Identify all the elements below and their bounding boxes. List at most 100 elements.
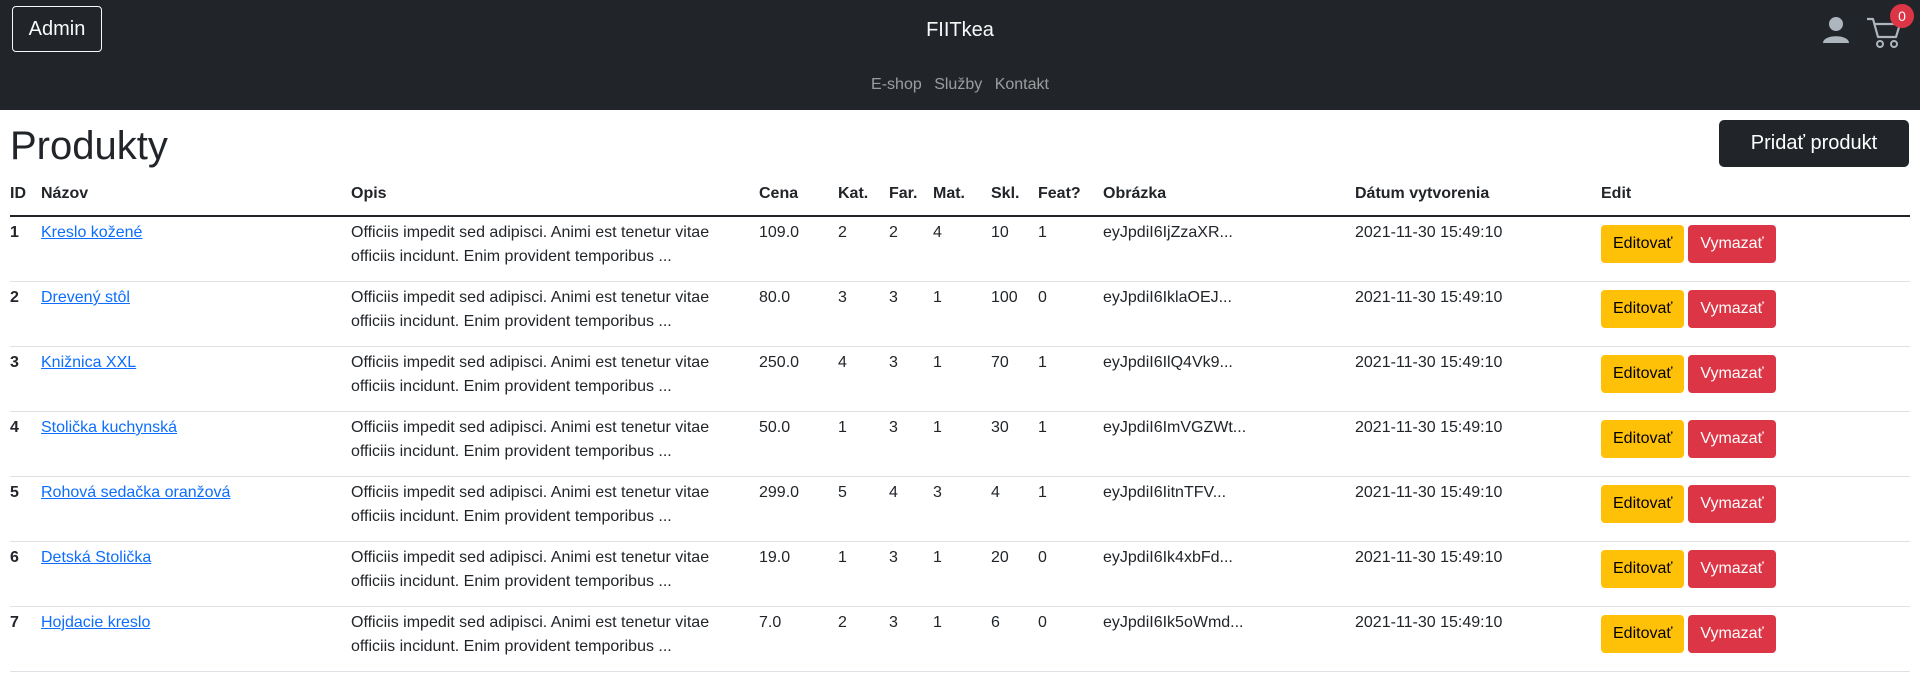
delete-button[interactable]: Vymazať (1688, 485, 1776, 523)
table-row: 2 Drevený stôl Officiis impedit sed adipis… (10, 281, 1910, 347)
cell-kat-text: 5 (838, 484, 847, 501)
cell-actions: Editovať Vymazať (1601, 281, 1910, 347)
cell-date-text: 2021-11-30 15:49:10 (1355, 549, 1503, 566)
cell-image: eyJpdiI6IitnTFV... (1103, 476, 1355, 542)
cell-kat: 2 (838, 216, 889, 282)
cell-image-text: eyJpdiI6Ik5oWmd... (1103, 614, 1244, 631)
cell-desc: Officiis impedit sed adipisci. Animi est… (351, 541, 759, 607)
delete-button[interactable]: Vymazať (1688, 225, 1776, 263)
cell-desc-text: Officiis impedit sed adipisci. Animi est… (351, 224, 710, 265)
cell-kat: 1 (838, 411, 889, 477)
cell-price: 7.0 (759, 606, 838, 672)
product-name-link[interactable]: Drevený stôl (41, 289, 130, 306)
delete-button[interactable]: Vymazať (1688, 615, 1776, 653)
cell-actions: Editovať Vymazať (1601, 476, 1910, 542)
cell-date: 2021-11-30 15:49:10 (1355, 606, 1601, 672)
table-row: 4 Stolička kuchynská Officiis impedit sed … (10, 411, 1910, 477)
edit-button[interactable]: Editovať (1601, 290, 1685, 328)
brand-logo-text[interactable]: FIITkea (926, 19, 994, 41)
table-header-row: ID Názov Opis Cena Kat. Far. Mat. Skl. F… (10, 182, 1910, 217)
cell-price: 80.0 (759, 281, 838, 347)
cell-image-text: eyJpdiI6Ik4xbFd... (1103, 549, 1233, 566)
product-name-link[interactable]: Detská Stolička (41, 549, 151, 566)
cell-name-wrap: Hojdacie kreslo (41, 607, 351, 635)
cell-feat-text: 1 (1038, 354, 1047, 371)
cell-image-text: eyJpdiI6IjZzaXR... (1103, 224, 1233, 241)
cell-desc: Officiis impedit sed adipisci. Animi est… (351, 411, 759, 477)
cell-skl: 30 (991, 411, 1038, 477)
add-product-button[interactable]: Pridať produkt (1719, 120, 1909, 167)
product-name-link[interactable]: Kreslo kožené (41, 224, 142, 241)
cell-id-text: 2 (10, 289, 19, 306)
cell-id-text: 5 (10, 484, 19, 501)
cell-feat: 1 (1038, 411, 1103, 477)
delete-button[interactable]: Vymazať (1688, 550, 1776, 588)
cell-far: 4 (889, 476, 933, 542)
cell-name: Stolička kuchynská (41, 411, 351, 477)
cell-far: 2 (889, 216, 933, 282)
cell-kat: 5 (838, 476, 889, 542)
cell-mat: 1 (933, 281, 991, 347)
cell-image: eyJpdiI6IklaOEJ... (1103, 281, 1355, 347)
cell-feat-text: 1 (1038, 224, 1047, 241)
cell-far-text: 4 (889, 484, 898, 501)
edit-button[interactable]: Editovať (1601, 225, 1685, 263)
cell-feat: 1 (1038, 216, 1103, 282)
user-icon[interactable] (1822, 16, 1850, 44)
cell-kat-text: 1 (838, 419, 847, 436)
cell-image: eyJpdiI6IjZzaXR... (1103, 216, 1355, 282)
cell-far-text: 3 (889, 354, 898, 371)
cell-id-text: 3 (10, 354, 19, 371)
delete-button[interactable]: Vymazať (1688, 290, 1776, 328)
product-name-link[interactable]: Knižnica XXL (41, 354, 136, 371)
cell-desc-text: Officiis impedit sed adipisci. Animi est… (351, 289, 710, 330)
cell-skl-text: 4 (991, 484, 1000, 501)
edit-button[interactable]: Editovať (1601, 550, 1685, 588)
col-header-feat: Feat? (1038, 182, 1103, 217)
edit-button[interactable]: Editovať (1601, 615, 1685, 653)
delete-button[interactable]: Vymazať (1688, 355, 1776, 393)
cell-desc-text: Officiis impedit sed adipisci. Animi est… (351, 614, 710, 655)
nav-link-sluzby[interactable]: Služby (934, 76, 982, 93)
admin-button[interactable]: Admin (12, 6, 102, 52)
cell-mat: 1 (933, 541, 991, 607)
cell-mat-text: 4 (933, 224, 942, 241)
cell-kat: 2 (838, 606, 889, 672)
nav-link-kontakt[interactable]: Kontakt (995, 76, 1049, 93)
cell-actions: Editovať Vymazať (1601, 411, 1910, 477)
product-name-link[interactable]: Stolička kuchynská (41, 419, 177, 436)
brand-container: FIITkea (0, 19, 1920, 42)
cell-date-text: 2021-11-30 15:49:10 (1355, 484, 1503, 501)
cell-id: 2 (10, 281, 41, 347)
cell-feat-text: 0 (1038, 614, 1047, 631)
cell-price: 250.0 (759, 346, 838, 412)
cell-actions: Editovať Vymazať (1601, 541, 1910, 607)
edit-button[interactable]: Editovať (1601, 420, 1685, 458)
cell-actions: Editovať Vymazať (1601, 216, 1910, 282)
cell-far-text: 3 (889, 419, 898, 436)
cell-id: 1 (10, 216, 41, 282)
cell-name: Knižnica XXL (41, 346, 351, 412)
table-row: 1 Kreslo kožené Officiis impedit sed adipi… (10, 216, 1910, 282)
cart-count-badge: 0 (1890, 4, 1914, 28)
cell-desc-text: Officiis impedit sed adipisci. Animi est… (351, 419, 710, 460)
product-name-link[interactable]: Rohová sedačka oranžová (41, 484, 230, 501)
cell-far: 3 (889, 606, 933, 672)
cell-image: eyJpdiI6Ik5oWmd... (1103, 606, 1355, 672)
cell-mat-text: 1 (933, 419, 942, 436)
edit-button[interactable]: Editovať (1601, 485, 1685, 523)
delete-button[interactable]: Vymazať (1688, 420, 1776, 458)
nav-link-eshop[interactable]: E-shop (871, 76, 922, 93)
cell-feat-text: 1 (1038, 484, 1047, 501)
col-header-far: Far. (889, 182, 933, 217)
cell-desc: Officiis impedit sed adipisci. Animi est… (351, 606, 759, 672)
edit-button[interactable]: Editovať (1601, 355, 1685, 393)
cell-actions: Editovať Vymazať (1601, 606, 1910, 672)
cell-far: 3 (889, 541, 933, 607)
cell-feat-text: 0 (1038, 289, 1047, 306)
product-name-link[interactable]: Hojdacie kreslo (41, 614, 150, 631)
col-header-desc: Opis (351, 182, 759, 217)
cell-price-text: 109.0 (759, 224, 800, 241)
cell-image: eyJpdiI6IlQ4Vk9... (1103, 346, 1355, 412)
cell-image-text: eyJpdiI6IitnTFV... (1103, 484, 1227, 501)
